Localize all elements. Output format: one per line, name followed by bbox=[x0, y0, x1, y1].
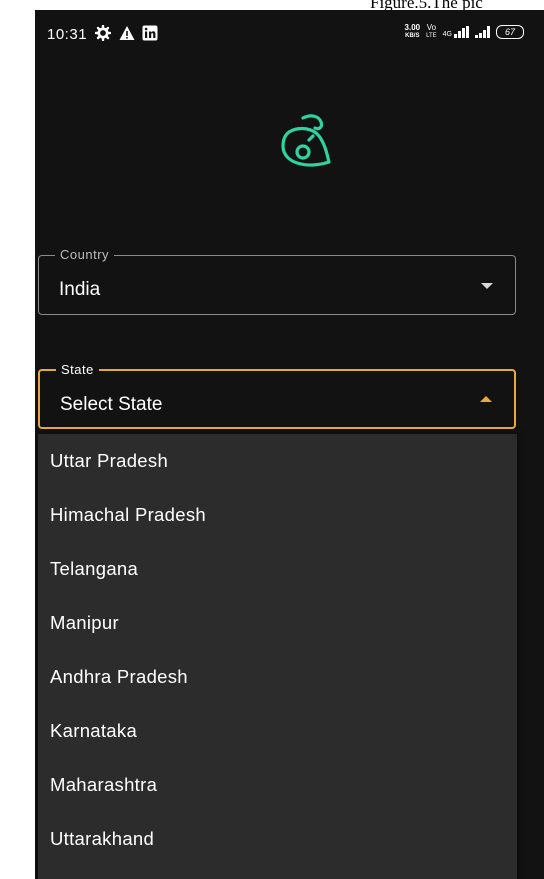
state-option-manipur[interactable]: Manipur bbox=[38, 596, 517, 650]
status-time: 10:31 bbox=[47, 26, 88, 43]
figure-caption: Figure.5.The pic bbox=[370, 0, 483, 10]
country-select[interactable]: Country India bbox=[38, 247, 516, 315]
battery-icon: 67 bbox=[496, 25, 524, 39]
network-type: 4G bbox=[442, 31, 452, 38]
chevron-up-icon bbox=[480, 396, 492, 402]
signal-4g: 4G bbox=[443, 26, 469, 38]
warning-icon bbox=[119, 26, 135, 40]
state-dropdown-menu: Uttar Pradesh Himachal Pradesh Telangana… bbox=[38, 434, 517, 879]
state-option-telangana[interactable]: Telangana bbox=[38, 542, 517, 596]
chevron-down-icon bbox=[481, 283, 493, 289]
state-option-uttar-pradesh[interactable]: Uttar Pradesh bbox=[38, 434, 517, 488]
signal-bars-2-icon bbox=[475, 26, 490, 38]
app-logo-icon bbox=[281, 114, 331, 167]
state-option-maharashtra[interactable]: Maharashtra bbox=[38, 758, 517, 812]
volte-top: Vo bbox=[426, 23, 437, 32]
network-speed: 3.00 KB/S bbox=[405, 24, 421, 40]
network-speed-value: 3.00 bbox=[404, 23, 421, 32]
state-option-andhra-pradesh[interactable]: Andhra Pradesh bbox=[38, 650, 517, 704]
country-label: Country bbox=[55, 247, 115, 262]
state-option-uttarakhand[interactable]: Uttarakhand bbox=[38, 812, 517, 866]
state-label: State bbox=[56, 362, 99, 377]
state-option-karnataka[interactable]: Karnataka bbox=[38, 704, 517, 758]
status-indicators: 3.00 KB/S Vo LTE 4G 67 bbox=[405, 24, 524, 40]
volte-bottom: LTE bbox=[426, 33, 437, 39]
battery-level: 67 bbox=[504, 27, 515, 37]
state-select[interactable]: State Select State bbox=[38, 362, 516, 429]
phone-screen: 10:31 3.00 KB/S Vo LTE 4G 67 Country Ind… bbox=[35, 10, 544, 879]
signal-bars-icon bbox=[454, 26, 469, 38]
status-bar: 10:31 3.00 KB/S Vo LTE 4G 67 bbox=[35, 10, 544, 58]
volte-indicator: Vo LTE bbox=[426, 24, 437, 40]
country-value: India bbox=[59, 279, 101, 300]
network-speed-unit: KB/S bbox=[405, 33, 420, 39]
state-value: Select State bbox=[60, 394, 163, 415]
gear-icon bbox=[95, 25, 111, 41]
state-option-himachal-pradesh[interactable]: Himachal Pradesh bbox=[38, 488, 517, 542]
linkedin-icon bbox=[142, 25, 158, 41]
